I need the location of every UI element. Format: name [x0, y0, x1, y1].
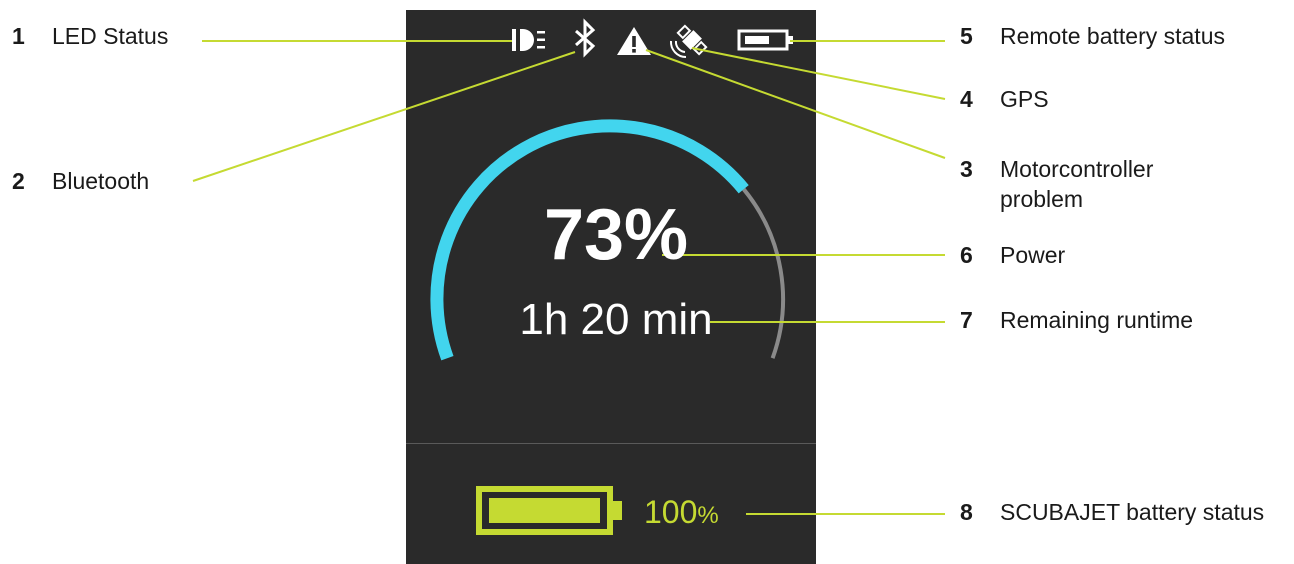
scubajet-battery-percent: 100% [644, 490, 719, 538]
callout-bluetooth: 2 Bluetooth [12, 166, 149, 196]
callout-text: Remote battery status [1000, 23, 1225, 49]
callout-number: 1 [12, 23, 25, 49]
callout-number: 4 [960, 86, 973, 112]
callout-text: GPS [1000, 86, 1049, 112]
callout-scubajet-battery: 8 SCUBAJET battery status [960, 497, 1264, 527]
callout-remaining-runtime: 7 Remaining runtime [960, 305, 1193, 335]
bluetooth-icon [575, 18, 596, 58]
callout-number: 5 [960, 23, 973, 49]
remaining-runtime: 1h 20 min [519, 295, 713, 344]
callout-text: Power [1000, 242, 1066, 268]
scubajet-battery-unit: % [697, 502, 719, 529]
callout-text: SCUBAJET battery status [1000, 499, 1265, 525]
callout-number: 6 [960, 242, 973, 268]
scubajet-battery-icon [476, 486, 622, 535]
scubajet-battery-fill [489, 498, 600, 523]
power-percent: 73% [543, 195, 689, 275]
callout-number: 2 [12, 168, 25, 194]
callout-text: Bluetooth [52, 168, 150, 194]
callout-power: 6 Power [960, 240, 1065, 270]
callout-led-status: 1 LED Status [12, 21, 168, 51]
remote-battery-icon [737, 29, 793, 51]
callout-number: 3 [960, 156, 973, 182]
callout-gps: 4 GPS [960, 84, 1049, 114]
callout-motorcontroller: 3 Motorcontroller problem [960, 154, 1200, 214]
led-status-icon [512, 29, 545, 51]
scubajet-battery-value: 100 [644, 494, 698, 530]
callout-number: 8 [960, 499, 973, 525]
callout-number: 7 [960, 307, 973, 333]
leader-line-4 [691, 47, 946, 100]
leader-line-2 [192, 51, 576, 182]
gps-satellite-icon [669, 24, 708, 59]
callout-text: Motorcontroller problem [1000, 156, 1154, 212]
callout-text: LED Status [52, 23, 169, 49]
callout-text: Remaining runtime [1000, 307, 1194, 333]
diagram-graphics [192, 18, 946, 535]
leader-lines [192, 40, 946, 515]
callout-remote-battery: 5 Remote battery status [960, 21, 1225, 51]
